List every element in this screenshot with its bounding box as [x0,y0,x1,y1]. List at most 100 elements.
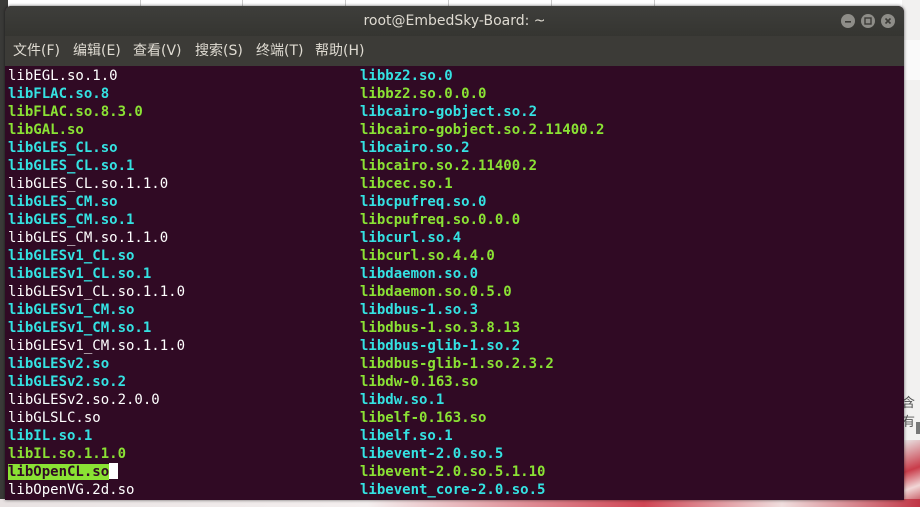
file-entry: libdaemon.so.0 [360,265,478,283]
file-entry: libdbus-1.so.3 [360,301,478,319]
file-name: libGLES_CM.so [8,194,118,210]
file-entry: libGAL.so [8,121,84,139]
window-title: root@EmbedSky-Board: ~ [363,13,546,29]
file-name: libcurl.so.4 [360,230,462,246]
file-name: libGLES_CL.so [8,140,118,156]
terminal-window: root@EmbedSky-Board: ~ 文件(F) 编辑(E) 查看(V)… [5,6,904,500]
file-name: libelf-0.163.so [360,410,487,426]
file-entry: libcec.so.1 [360,175,453,193]
menu-view[interactable]: 查看(V) [133,36,182,66]
file-entry: libelf-0.163.so [360,409,486,427]
file-entry: libGLSLC.so [8,409,101,427]
file-name: libFLAC.so.8 [8,86,110,102]
file-entry: libdw-0.163.so [360,373,478,391]
file-entry: libGLES_CL.so [8,139,118,157]
text-cursor [109,463,119,479]
menu-edit[interactable]: 编辑(E) [73,36,121,66]
file-entry: libIL.so.1 [8,427,92,445]
file-name: libGLESv1_CL.so [8,248,135,264]
file-name: libelf.so.1 [360,428,453,444]
file-name: libdbus-glib-1.so.2.3.2 [360,356,554,372]
file-name: libdw-0.163.so [360,374,479,390]
file-name: libIL.so.1.1.0 [8,446,127,462]
file-entry: libGLESv1_CL.so.1 [8,265,151,283]
file-name: libdbus-1.so.3 [360,302,479,318]
file-entry: libGLES_CL.so.1.1.0 [8,175,168,193]
terminal-output[interactable]: libEGL.so.1.0 libFLAC.so.8 libFLAC.so.8.3.… [5,66,904,500]
file-entry: libGLESv1_CM.so [8,301,134,319]
file-entry: libFLAC.so.8.3.0 [8,103,143,121]
file-name: libdbus-glib-1.so.2 [360,338,521,354]
title-bar[interactable]: root@EmbedSky-Board: ~ [5,6,904,36]
file-name: libGLESv1_CL.so.1.1.0 [8,284,186,300]
file-entry: libGLESv1_CM.so.1.1.0 [8,337,185,355]
file-entry: libGLESv1_CL.so [8,247,134,265]
file-entry: libelf.so.1 [360,427,453,445]
file-entry: libGLESv1_CM.so.1 [8,319,151,337]
file-name: libdaemon.so.0 [360,266,479,282]
file-name: libGLESv2.so.2 [8,374,127,390]
file-name: libGLSLC.so [8,410,101,426]
file-entry: libdbus-glib-1.so.2 [360,337,520,355]
file-name: libdbus-1.so.3.8.13 [360,320,521,336]
file-name: libGLESv1_CM.so.1.1.0 [8,338,186,354]
file-name: libcpufreq.so.0 [360,194,487,210]
background-scrollbar[interactable] [916,422,920,434]
file-entry: libdbus-glib-1.so.2.3.2 [360,355,554,373]
file-entry: libbz2.so.0.0.0 [360,85,486,103]
file-name: libcairo.so.2.11400.2 [360,158,538,174]
file-entry: libcpufreq.so.0.0.0 [360,211,520,229]
close-button[interactable] [881,14,895,28]
menu-search[interactable]: 搜索(S) [195,36,243,66]
file-entry: libcairo.so.2 [360,139,470,157]
file-name: libGLESv1_CM.so [8,302,135,318]
file-entry: libcurl.so.4 [360,229,461,247]
file-name: libOpenVG.2d.so [8,482,135,498]
file-name: libGLES_CL.so.1 [8,158,135,174]
file-entry: libcpufreq.so.0 [360,193,486,211]
file-name: libcurl.so.4.4.0 [360,248,495,264]
close-icon [884,17,892,25]
file-name: libcairo-gobject.so.2 [360,104,538,120]
file-name: libdw.so.1 [360,392,445,408]
file-entry: libdw.so.1 [360,391,444,409]
file-name: libGLESv1_CL.so.1 [8,266,152,282]
file-entry: libevent_core-2.0.so.5 [360,481,545,499]
menu-terminal[interactable]: 终端(T) [256,36,303,66]
file-name: libbz2.so.0 [360,68,453,84]
file-entry: libIL.so.1.1.0 [8,445,126,463]
file-name: libcec.so.1 [360,176,453,192]
file-name: libGAL.so [8,122,84,138]
file-name: libGLESv2.so.2.0.0 [8,392,160,408]
file-name: libGLES_CL.so.1.1.0 [8,176,169,192]
menu-help[interactable]: 帮助(H) [315,36,364,66]
file-name: libevent-2.0.so.5.1.10 [360,464,546,480]
file-entry: libGLES_CM.so [8,193,118,211]
file-name: libEGL.so.1.0 [8,68,118,84]
file-name: libGLESv1_CM.so.1 [8,320,152,336]
file-entry: libGLES_CM.so.1.1.0 [8,229,168,247]
file-name: libOpenCL.so [8,464,110,480]
file-name: libGLES_CM.so.1 [8,212,135,228]
file-entry: libEGL.so.1.0 [8,67,118,85]
file-entry: libOpenVG.2d.so [8,481,134,499]
file-entry: libGLESv1_CL.so.1.1.0 [8,283,185,301]
file-name: libcpufreq.so.0.0.0 [360,212,521,228]
file-entry: libcairo.so.2.11400.2 [360,157,537,175]
file-entry: libFLAC.so.8 [8,85,109,103]
maximize-icon [864,17,872,25]
file-name: libevent-2.0.so.5 [360,446,504,462]
file-name: libGLES_CM.so.1.1.0 [8,230,169,246]
file-entry: libbz2.so.0 [360,67,453,85]
file-entry: libdbus-1.so.3.8.13 [360,319,520,337]
file-entry: libGLES_CM.so.1 [8,211,134,229]
menu-bar: 文件(F) 编辑(E) 查看(V) 搜索(S) 终端(T) 帮助(H) [5,36,904,66]
menu-file[interactable]: 文件(F) [13,36,60,66]
file-name: libcairo.so.2 [360,140,470,156]
desktop-wallpaper [0,499,920,507]
file-name: libdaemon.so.0.5.0 [360,284,512,300]
file-name: libGLESv2.so [8,356,110,372]
file-entry: libGLESv2.so.2.0.0 [8,391,160,409]
maximize-button[interactable] [861,14,875,28]
minimize-button[interactable] [841,14,855,28]
